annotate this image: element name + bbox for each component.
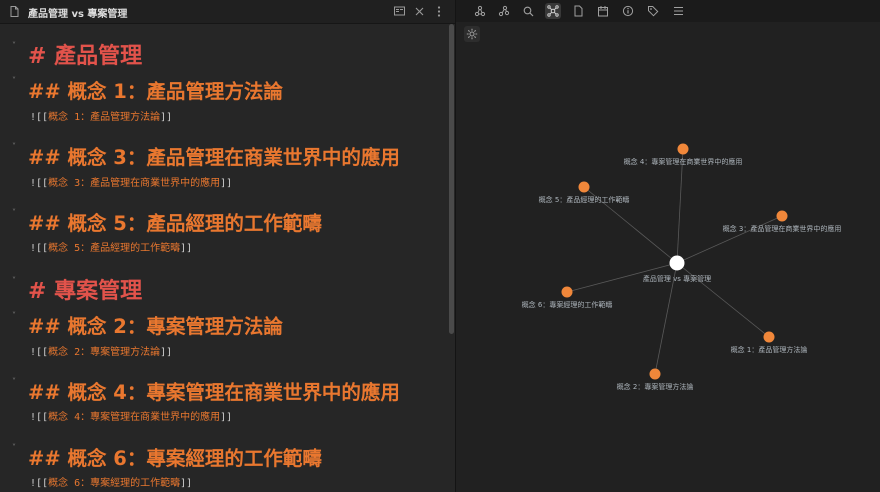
fold-icon[interactable]: ˅ <box>12 76 16 85</box>
fold-icon[interactable]: ˅ <box>12 41 16 50</box>
graph-node[interactable] <box>561 286 573 298</box>
graph-center-label: 產品管理 vs 專案管理 <box>643 274 711 283</box>
graph-icon <box>474 5 486 17</box>
embed-link[interactable]: ![[概念 3：產品管理在商業世界中的應用]] <box>30 174 232 189</box>
outline-button[interactable] <box>670 3 686 19</box>
graph-node-label: 概念 4：專案管理在商業世界中的應用 <box>624 157 743 166</box>
local-graph-button[interactable] <box>545 3 561 19</box>
heading-2[interactable]: ## 概念 6：專案經理的工作範疇 <box>28 442 322 471</box>
graph-node[interactable] <box>776 210 788 222</box>
fold-icon[interactable]: ˅ <box>12 311 16 320</box>
file-icon <box>574 5 582 17</box>
fold-icon[interactable]: ˅ <box>12 377 16 386</box>
graph-edge <box>676 215 783 264</box>
search-button[interactable] <box>520 3 536 19</box>
info-button[interactable] <box>620 3 636 19</box>
calendar-button[interactable] <box>595 3 611 19</box>
close-button[interactable] <box>412 4 426 18</box>
embed-link[interactable]: ![[概念 1：產品管理方法論]] <box>30 108 172 123</box>
editor-scrollbar[interactable] <box>449 24 454 334</box>
graph-node[interactable] <box>578 181 590 193</box>
graph-node-label: 概念 6：專案經理的工作範疇 <box>522 300 613 309</box>
close-icon <box>415 7 423 15</box>
graph-node[interactable] <box>677 143 689 155</box>
graph-center-node[interactable] <box>669 255 685 271</box>
graph-node-label: 概念 1：產品管理方法論 <box>731 345 808 354</box>
calendar-icon <box>598 6 608 17</box>
embed-link[interactable]: ![[概念 4：專案管理在商業世界中的應用]] <box>30 408 232 423</box>
more-options-button[interactable] <box>432 4 446 18</box>
tags-icon <box>648 6 659 17</box>
note-title[interactable]: 產品管理 vs 專案管理 <box>28 5 127 20</box>
graph-node-label: 概念 2：專案管理方法論 <box>617 382 694 391</box>
embed-link[interactable]: ![[概念 6：專案經理的工作範疇]] <box>30 474 192 489</box>
graph-node[interactable] <box>763 331 775 343</box>
outline-icon <box>673 7 683 15</box>
fold-icon[interactable]: ˅ <box>12 443 16 452</box>
search-icon <box>523 6 533 16</box>
tags-button[interactable] <box>645 3 661 19</box>
graph-node-label: 概念 3：產品管理在商業世界中的應用 <box>723 224 842 233</box>
heading-2[interactable]: ## 概念 3：產品管理在商業世界中的應用 <box>28 141 400 170</box>
graph-edge <box>676 148 684 264</box>
info-icon <box>622 5 634 17</box>
fold-icon[interactable]: ˅ <box>12 208 16 217</box>
graph-canvas[interactable]: 概念 4：專案管理在商業世界中的應用概念 5：產品經理的工作範疇概念 3：產品管… <box>456 22 880 492</box>
embed-link[interactable]: ![[概念 5：產品經理的工作範疇]] <box>30 239 192 254</box>
graph-node-label: 概念 5：產品經理的工作範疇 <box>539 195 630 204</box>
editor-pane: 產品管理 vs 專案管理 ˅ # 產品管理 ˅ ## 概念 1：產品管理方法論 … <box>0 0 455 492</box>
fold-icon[interactable]: ˅ <box>12 276 16 285</box>
heading-2[interactable]: ## 概念 5：產品經理的工作範疇 <box>28 207 322 236</box>
heading-2[interactable]: ## 概念 4：專案管理在商業世界中的應用 <box>28 376 400 405</box>
graph-node[interactable] <box>649 368 661 380</box>
file-button[interactable] <box>570 3 586 19</box>
heading-2[interactable]: ## 概念 2：專案管理方法論 <box>28 310 283 339</box>
reading-view-button[interactable] <box>392 4 406 18</box>
graph-pane: 概念 4：專案管理在商業世界中的應用概念 5：產品經理的工作範疇概念 3：產品管… <box>456 0 880 492</box>
graph-alt-icon <box>498 5 510 17</box>
heading-2[interactable]: ## 概念 1：產品管理方法論 <box>28 75 283 104</box>
markdown-editor[interactable]: ˅ # 產品管理 ˅ ## 概念 1：產品管理方法論 ![[概念 1：產品管理方… <box>0 24 448 492</box>
file-icon <box>10 6 19 17</box>
heading-1[interactable]: # 產品管理 <box>28 38 142 70</box>
local-graph-icon <box>547 5 559 17</box>
heading-1[interactable]: # 專案管理 <box>28 273 142 305</box>
sidebar-toolbar <box>456 0 880 22</box>
editor-header: 產品管理 vs 專案管理 <box>0 0 455 24</box>
graph-view-button[interactable] <box>472 3 488 19</box>
book-icon <box>393 6 405 16</box>
embed-link[interactable]: ![[概念 2：專案管理方法論]] <box>30 343 172 358</box>
more-vertical-icon <box>437 5 441 17</box>
graph-alt-button[interactable] <box>496 3 512 19</box>
fold-icon[interactable]: ˅ <box>12 142 16 151</box>
